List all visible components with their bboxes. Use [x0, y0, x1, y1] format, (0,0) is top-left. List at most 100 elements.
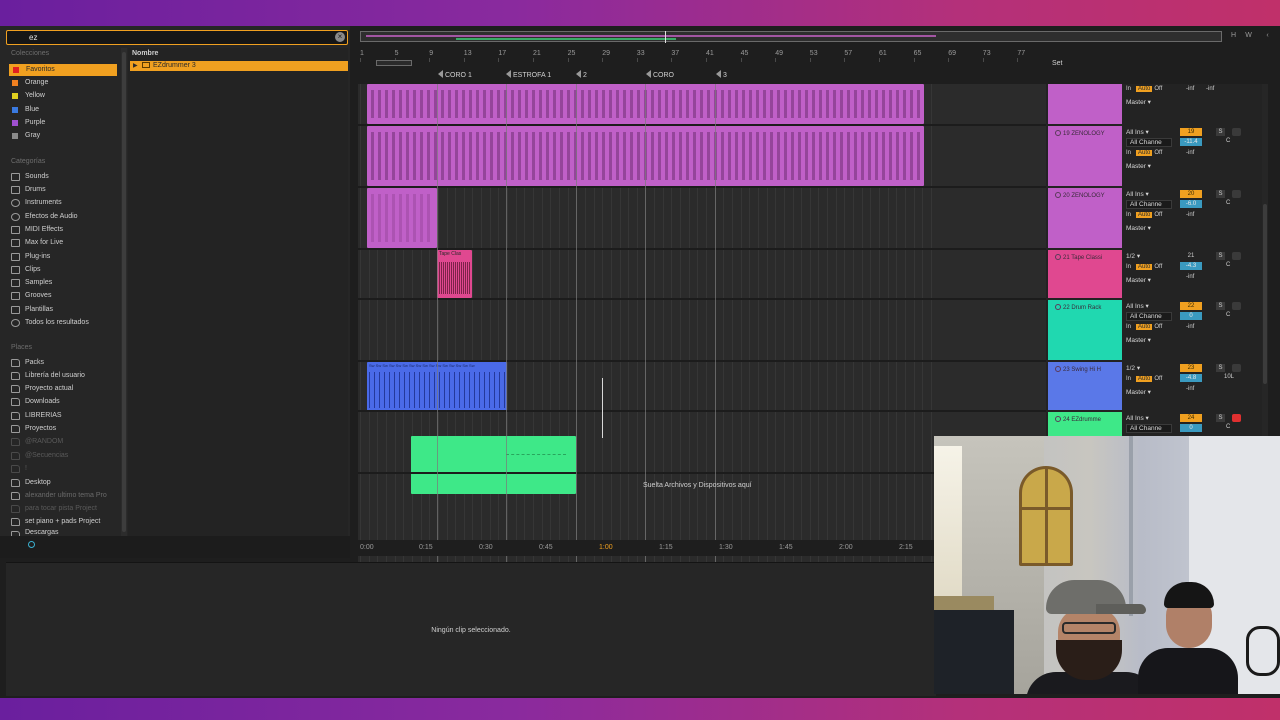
pan-field[interactable]: 10L [1224, 374, 1234, 380]
input-select[interactable]: All Ins ▾ [1126, 414, 1149, 422]
h-button[interactable]: H [1228, 31, 1239, 41]
sidebar-item-piano-pads-project[interactable]: set piano + pads Project [8, 516, 118, 528]
channel-select[interactable]: All Channe [1126, 138, 1172, 147]
monitor-switch[interactable]: In Auto Off [1126, 86, 1162, 92]
sidebar-item-all-results[interactable]: Todos los resultados [8, 317, 118, 329]
sidebar-item-instruments[interactable]: Instruments [8, 197, 118, 209]
input-select[interactable]: 1/2 ▾ [1126, 364, 1140, 372]
track-activator[interactable]: 19 [1180, 128, 1202, 136]
expand-icon[interactable]: ▶ [133, 61, 138, 71]
solo-button[interactable]: S [1216, 128, 1225, 136]
track-activator[interactable]: 24 [1180, 414, 1202, 422]
monitor-switch[interactable]: In Auto Off [1126, 324, 1162, 330]
channel-select[interactable]: All Channe [1126, 200, 1172, 209]
volume-field[interactable]: -4.3 [1180, 262, 1202, 270]
pan-field[interactable]: C [1226, 200, 1230, 206]
arrangement-overview[interactable] [360, 31, 1222, 43]
track-fold-icon[interactable] [1055, 192, 1061, 198]
locator-2[interactable]: 2 [576, 70, 587, 79]
track-title-bar[interactable]: 22 Drum Rack [1048, 300, 1122, 360]
sidebar-item-grooves[interactable]: Grooves [8, 290, 118, 302]
solo-button[interactable]: S [1216, 302, 1225, 310]
solo-button[interactable]: S [1216, 414, 1225, 422]
arm-button[interactable] [1232, 414, 1241, 422]
sidebar-item-gray[interactable]: Gray [8, 130, 118, 142]
locator-coro-1[interactable]: CORO 1 [438, 70, 472, 79]
sidebar-item-audio-effects[interactable]: Efectos de Audio [8, 211, 118, 223]
midi-clip-ezdrummer[interactable] [411, 436, 576, 494]
track-title-bar[interactable]: 19 ZENOLOGY [1048, 126, 1122, 186]
sidebar-item-proyectos[interactable]: Proyectos [8, 423, 118, 435]
beat-time-ruler[interactable]: 1 5 9 13 17 21 25 29 33 37 41 45 49 53 57 61 65 69 73 77 [358, 48, 1046, 62]
track-title-bar[interactable]: 24 EZdrumme [1048, 412, 1122, 436]
sidebar-scrollbar[interactable] [121, 48, 127, 538]
output-select[interactable]: Master ▾ [1126, 98, 1151, 106]
locator-3[interactable]: 3 [716, 70, 727, 79]
arm-button[interactable] [1232, 128, 1241, 136]
scrollbar-thumb[interactable] [1263, 204, 1267, 384]
sidebar-item-secuencias[interactable]: @Secuencias [8, 450, 118, 462]
track-fold-icon[interactable] [1055, 366, 1061, 372]
output-select[interactable]: Master ▾ [1126, 388, 1151, 396]
name-column-header[interactable]: Nombre [132, 50, 158, 57]
track-fold-icon[interactable] [1055, 254, 1061, 260]
arm-button[interactable] [1232, 302, 1241, 310]
arm-button[interactable] [1232, 190, 1241, 198]
search-input[interactable] [29, 31, 329, 44]
sidebar-item-random[interactable]: @RANDOM [8, 436, 118, 448]
monitor-switch[interactable]: In Auto Off [1126, 212, 1162, 218]
sidebar-item-pista-project[interactable]: para tocar pista Project [8, 503, 118, 515]
arm-button[interactable] [1232, 252, 1241, 260]
track-fold-icon[interactable] [1055, 130, 1061, 136]
input-select[interactable]: All Ins ▾ [1126, 302, 1149, 310]
track-title-bar[interactable] [1048, 84, 1122, 124]
channel-select[interactable]: All Channe [1126, 424, 1172, 433]
input-select[interactable]: 1/2 ▾ [1126, 252, 1140, 260]
preview-icon[interactable] [28, 541, 35, 548]
clear-search-icon[interactable]: × [335, 32, 345, 42]
channel-select[interactable]: All Channe [1126, 312, 1172, 321]
volume-field[interactable]: -6.0 [1180, 200, 1202, 208]
sidebar-item-orange[interactable]: Orange [8, 77, 118, 89]
volume-field[interactable]: -4.8 [1180, 374, 1202, 382]
sidebar-item-samples[interactable]: Samples [8, 277, 118, 289]
sidebar-item-purple[interactable]: Purple [8, 117, 118, 129]
sidebar-item-midi-effects[interactable]: MIDI Effects [8, 224, 118, 236]
arrangement-grid-extension[interactable] [936, 84, 1046, 438]
solo-button[interactable]: S [1216, 190, 1225, 198]
sidebar-item-alexander-project[interactable]: alexander ultimo tema Pro [8, 490, 118, 502]
locator-estrofa-1[interactable]: ESTROFA 1 [506, 70, 551, 79]
sidebar-item-favoritos[interactable]: Favoritos [9, 64, 117, 76]
output-select[interactable]: Master ▾ [1126, 162, 1151, 170]
monitor-switch[interactable]: In Auto Off [1126, 264, 1162, 270]
track-activator[interactable]: 22 [1180, 302, 1202, 310]
result-row-ezdrummer[interactable]: ▶ EZdrummer 3 [130, 61, 348, 71]
arm-button[interactable] [1232, 364, 1241, 372]
sidebar-item-drums[interactable]: Drums [8, 184, 118, 196]
sidebar-item-downloads[interactable]: Downloads [8, 396, 118, 408]
monitor-switch[interactable]: In Auto Off [1126, 150, 1162, 156]
locator-coro[interactable]: CORO [646, 70, 674, 79]
volume-field[interactable]: 0 [1180, 312, 1202, 320]
input-select[interactable]: All Ins ▾ [1126, 128, 1149, 136]
sidebar-item-packs[interactable]: Packs [8, 357, 118, 369]
output-select[interactable]: Master ▾ [1126, 276, 1151, 284]
audio-clip-tape-classic[interactable]: Tape Clas [437, 250, 472, 298]
arrangement-grid[interactable]: Tape Clas Sw Sw Sw Sw Sw Sw Sw Sw Sw Sw … [358, 84, 936, 570]
track-title-bar[interactable]: 21 Tape Classi [1048, 250, 1122, 298]
sidebar-item-plugins[interactable]: Plug-ins [8, 251, 118, 263]
pan-field[interactable]: C [1226, 424, 1230, 430]
sidebar-item-exclaim[interactable]: ! [8, 463, 118, 475]
output-select[interactable]: Master ▾ [1126, 336, 1151, 344]
track-activator[interactable]: 21 [1180, 252, 1202, 260]
track-activator[interactable]: 23 [1180, 364, 1202, 372]
sidebar-item-max-for-live[interactable]: Max for Live [8, 237, 118, 249]
sidebar-item-yellow[interactable]: Yellow [8, 90, 118, 102]
track-title-bar[interactable]: 20 ZENOLOGY [1048, 188, 1122, 248]
track-fold-icon[interactable] [1055, 416, 1061, 422]
locator-lane[interactable]: CORO 1 ESTROFA 1 2 CORO 3 [358, 66, 1046, 84]
sidebar-item-current-project[interactable]: Proyecto actual [8, 383, 118, 395]
sidebar-item-templates[interactable]: Plantillas [8, 304, 118, 316]
track-activator[interactable]: 20 [1180, 190, 1202, 198]
volume-field[interactable]: 0 [1180, 424, 1202, 432]
